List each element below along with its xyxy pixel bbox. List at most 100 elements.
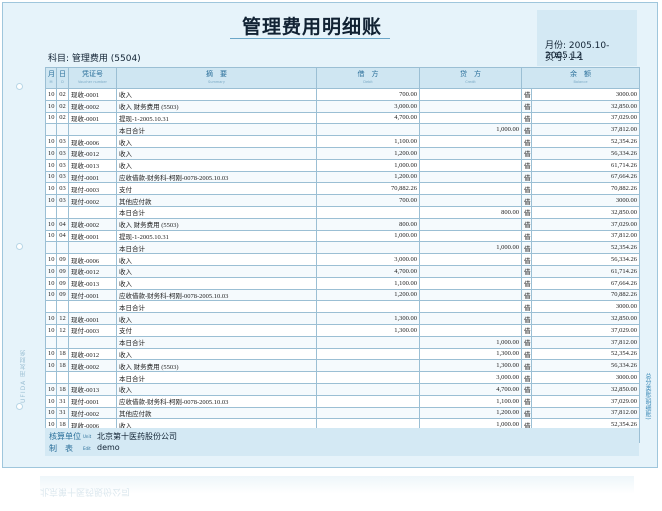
direction-cell: 借 <box>521 146 532 160</box>
debit-cell: 700.00 <box>316 194 420 207</box>
summary-cell: 本日合计 <box>116 123 317 137</box>
table-row: 本日合计 1,000.00 借 52,354.26 <box>45 241 640 255</box>
credit-cell <box>419 253 522 266</box>
direction-cell: 借 <box>521 394 532 408</box>
col-credit: 贷 方 Credit <box>419 67 522 89</box>
credit-cell <box>419 264 522 278</box>
month-cell: 10 <box>45 406 57 420</box>
month-cell: 10 <box>45 394 57 408</box>
unit-label-en: Unit <box>83 434 92 439</box>
balance-cell: 32,850.00 <box>531 382 640 396</box>
table-row: 10 12 现收-0001 收入 1,300.00 借 32,850.00 <box>45 312 640 325</box>
balance-cell: 37,029.00 <box>531 217 640 231</box>
month-cell: 10 <box>45 111 57 125</box>
credit-cell: 1,000.00 <box>419 335 522 349</box>
table-row: 10 03 现付-0002 其他应付款 700.00 借 3000.00 <box>45 194 640 207</box>
direction-cell: 借 <box>521 371 532 384</box>
direction-cell: 借 <box>521 264 532 278</box>
summary-cell: 收入 <box>116 276 317 290</box>
day-cell: 02 <box>56 99 69 113</box>
direction-cell: 借 <box>521 111 532 125</box>
day-cell: 09 <box>56 264 69 278</box>
debit-cell <box>316 371 420 384</box>
day-cell <box>56 123 69 137</box>
direction-cell: 借 <box>521 335 532 349</box>
debit-cell: 700.00 <box>316 88 420 101</box>
voucher-cell: 现收-0012 <box>68 146 117 160</box>
day-cell: 09 <box>56 276 69 290</box>
balance-cell: 61,714.26 <box>531 158 640 172</box>
summary-cell: 收入 <box>116 382 317 396</box>
summary-cell: 提现-1-2005.10.31 <box>116 111 317 125</box>
balance-cell: 56,334.26 <box>531 253 640 266</box>
table-row: 10 03 现收-0012 收入 1,200.00 借 56,334.26 <box>45 146 640 160</box>
debit-cell: 1,200.00 <box>316 146 420 160</box>
day-cell: 09 <box>56 253 69 266</box>
table-row: 本日合计 1,000.00 借 37,812.00 <box>45 123 640 137</box>
col-day: 日D <box>56 67 69 89</box>
credit-cell <box>419 182 522 196</box>
direction-cell: 借 <box>521 288 532 302</box>
table-row: 10 12 现付-0003 支付 1,300.00 借 37,029.00 <box>45 323 640 337</box>
table-row: 10 02 现收-0001 收入 700.00 借 3000.00 <box>45 88 640 101</box>
balance-cell: 37,029.00 <box>531 323 640 337</box>
debit-cell <box>316 347 420 361</box>
table-row: 10 18 现收-0013 收入 4,700.00 借 32,850.00 <box>45 382 640 396</box>
credit-cell: 1,000.00 <box>419 123 522 137</box>
punch-hole <box>16 83 23 90</box>
summary-cell: 收入 <box>116 312 317 325</box>
debit-cell <box>316 394 420 408</box>
unit-label: 核算单位 <box>49 432 81 441</box>
voucher-cell: 现收-0012 <box>68 264 117 278</box>
credit-cell: 800.00 <box>419 205 522 219</box>
voucher-cell: 现收-0001 <box>68 88 117 101</box>
voucher-cell: 现收-0012 <box>68 347 117 361</box>
credit-cell: 3,000.00 <box>419 371 522 384</box>
summary-cell: 收入 财务费用 (5503) <box>116 99 317 113</box>
day-cell: 31 <box>56 406 69 420</box>
col-balance: 余 额 Balance <box>521 67 640 89</box>
day-cell: 03 <box>56 182 69 196</box>
direction-cell: 借 <box>521 276 532 290</box>
summary-cell: 本日合计 <box>116 241 317 255</box>
table-row: 10 04 现收-0002 收入 财务费用 (5503) 800.00 借 37,029.0… <box>45 217 640 231</box>
voucher-cell: 现收-0002 <box>68 217 117 231</box>
credit-cell <box>419 312 522 325</box>
credit-cell: 1,200.00 <box>419 406 522 420</box>
debit-cell: 4,700.00 <box>316 264 420 278</box>
debit-cell: 800.00 <box>316 217 420 231</box>
side-brand: UFIDA 用友财务 <box>20 348 27 403</box>
debit-cell <box>316 205 420 219</box>
voucher-cell: 现收-0006 <box>68 253 117 266</box>
day-cell <box>56 335 69 349</box>
voucher-cell: 现收-0002 <box>68 359 117 373</box>
balance-cell: 52,354.26 <box>531 241 640 255</box>
table-row: 10 18 现收-0012 收入 1,300.00 借 52,354.26 <box>45 347 640 361</box>
debit-cell: 3,000.00 <box>316 99 420 113</box>
table-row: 10 09 现收-0006 收入 3,000.00 借 56,334.26 <box>45 253 640 266</box>
direction-cell: 借 <box>521 88 532 101</box>
table-row: 10 02 现收-0001 提现-1-2005.10.31 4,700.00 借 37,02… <box>45 111 640 125</box>
month-cell: 10 <box>45 359 57 373</box>
debit-cell: 1,000.00 <box>316 229 420 243</box>
table-row: 本日合计 3,000.00 借 3000.00 <box>45 371 640 384</box>
direction-cell: 借 <box>521 194 532 207</box>
month-cell: 10 <box>45 182 57 196</box>
punch-hole <box>16 403 23 410</box>
direction-cell: 借 <box>521 170 532 184</box>
debit-cell: 4,700.00 <box>316 111 420 125</box>
balance-cell: 32,850.00 <box>531 99 640 113</box>
col-debit: 借 方 Debit <box>316 67 420 89</box>
credit-cell: 1,100.00 <box>419 394 522 408</box>
month-cell <box>45 335 57 349</box>
balance-cell: 67,664.26 <box>531 170 640 184</box>
direction-cell: 借 <box>521 158 532 172</box>
day-cell: 02 <box>56 111 69 125</box>
summary-cell: 收入 <box>116 253 317 266</box>
table-row: 10 03 现付-0001 应收借款-财务科-柯刚-0078-2005.10.03 1,… <box>45 170 640 184</box>
summary-cell: 本日合计 <box>116 335 317 349</box>
credit-cell <box>419 300 522 314</box>
month-cell: 10 <box>45 312 57 325</box>
credit-cell <box>419 146 522 160</box>
credit-cell <box>419 170 522 184</box>
